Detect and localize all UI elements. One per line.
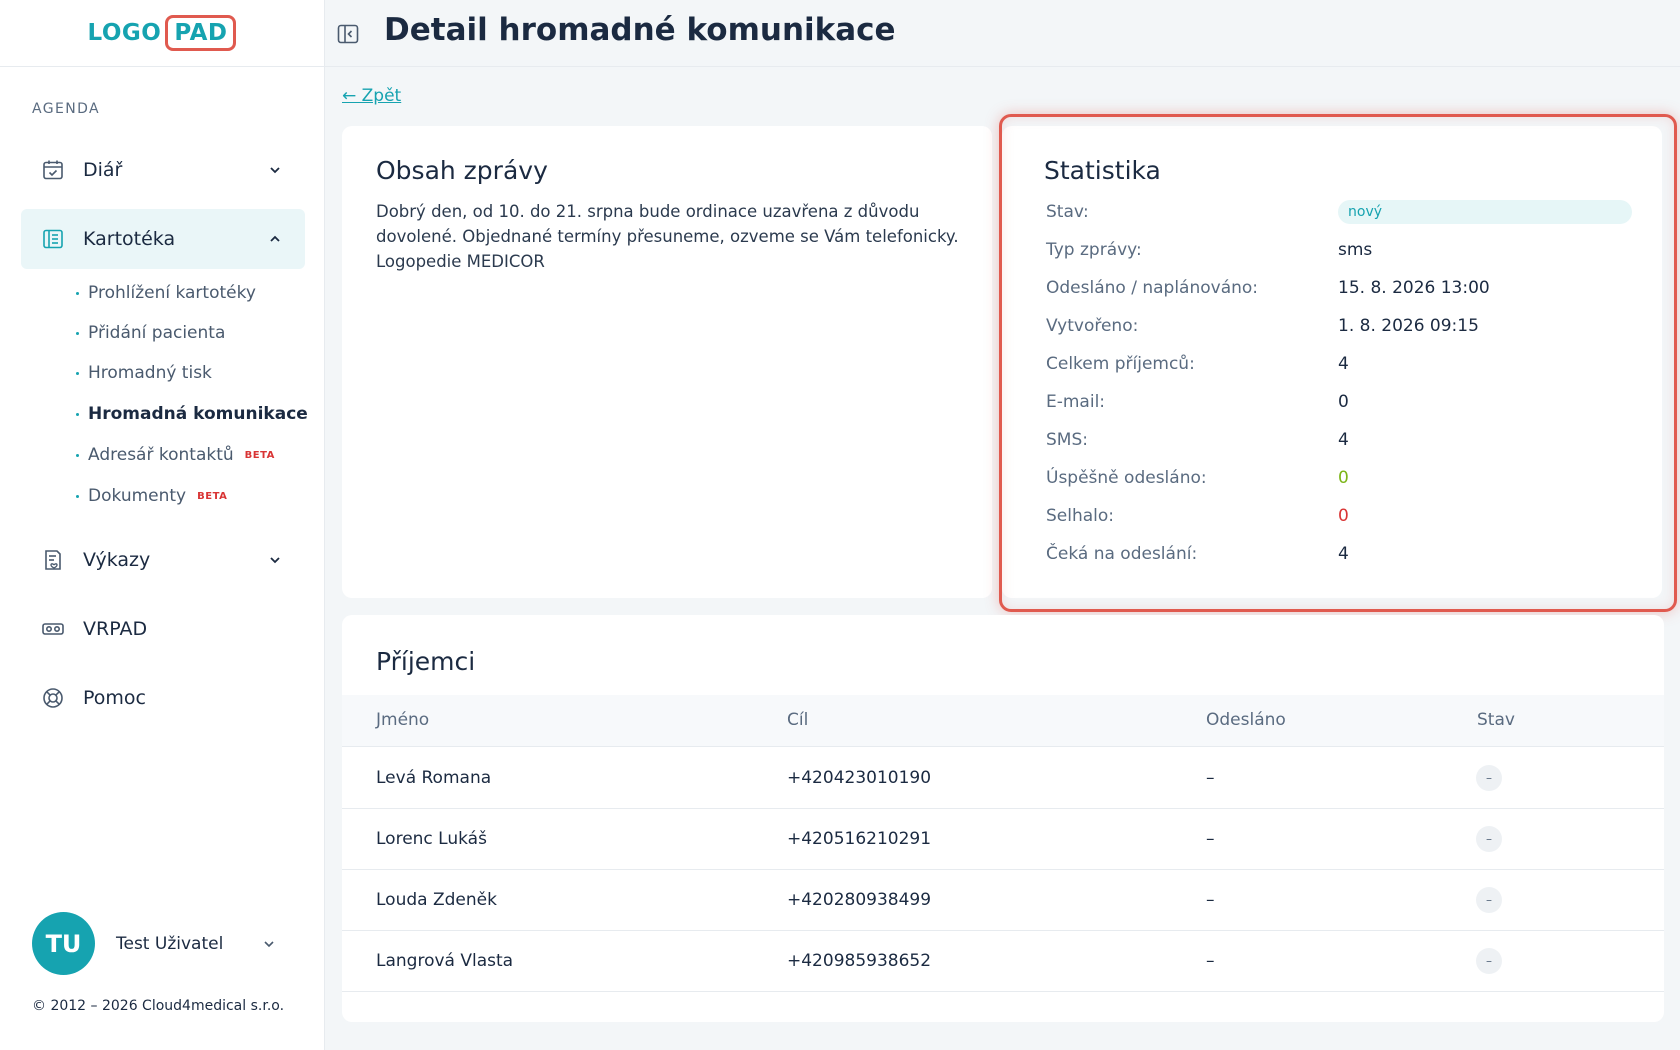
sidebar-item-label: VRPAD <box>83 618 148 640</box>
subitem-label: Přidání pacienta <box>88 323 226 343</box>
column-header-name[interactable]: Jméno <box>376 710 429 730</box>
cell-sent: – <box>1206 951 1215 971</box>
message-card-title: Obsah zprávy <box>376 156 548 185</box>
cell-sent: – <box>1206 890 1215 910</box>
subitem-adresar-kontaktu[interactable]: Adresář kontaktů BETA <box>76 441 275 469</box>
column-header-target[interactable]: Cíl <box>787 710 808 730</box>
table-header: Jméno Cíl Odesláno Stav <box>342 695 1664 747</box>
bullet-dot <box>76 331 79 335</box>
subitem-pridani-pacienta[interactable]: Přidání pacienta <box>76 319 225 347</box>
subitem-hromadna-komunikace[interactable]: Hromadná komunikace <box>76 400 308 428</box>
cell-target: +420423010190 <box>787 768 932 788</box>
subitem-label: Hromadná komunikace <box>88 404 308 424</box>
status-chip: – <box>1476 887 1502 913</box>
table-row[interactable]: Levá Romana +420423010190 – – <box>342 748 1664 809</box>
sidebar-item-vykazy[interactable]: Výkazy <box>21 530 305 590</box>
sidebar-item-label: Pomoc <box>83 687 146 709</box>
status-chip: – <box>1476 765 1502 791</box>
column-header-sent[interactable]: Odesláno <box>1206 710 1286 730</box>
sidebar-item-label: Kartotéka <box>83 228 176 250</box>
beta-badge: BETA <box>197 490 228 502</box>
sidebar: LOGO PAD AGENDA Diář Kartotéka Prohlížen… <box>0 0 325 1050</box>
logo-word: LOGO <box>87 20 162 46</box>
cell-sent: – <box>1206 829 1215 849</box>
subitem-label: Prohlížení kartotéky <box>88 283 256 303</box>
subitem-hromadny-tisk[interactable]: Hromadný tisk <box>76 359 212 387</box>
vr-headset-icon <box>39 615 67 643</box>
sidebar-item-pomoc[interactable]: Pomoc <box>21 668 305 728</box>
message-body: Dobrý den, od 10. do 21. srpna bude ordi… <box>376 202 959 271</box>
table-row[interactable]: Langrová Vlasta +420985938652 – – <box>342 931 1664 992</box>
table-row[interactable]: Lorenc Lukáš +420516210291 – – <box>342 809 1664 870</box>
cell-target: +420516210291 <box>787 829 932 849</box>
avatar: TU <box>32 912 95 975</box>
table-row[interactable]: Louda Zdeněk +420280938499 – – <box>342 870 1664 931</box>
chevron-up-icon <box>270 235 280 242</box>
sidebar-item-label: Výkazy <box>83 549 151 571</box>
cell-name: Levá Romana <box>376 768 492 788</box>
recipients-title: Příjemci <box>376 647 476 676</box>
subitem-label: Adresář kontaktů <box>88 445 234 465</box>
cell-name: Louda Zdeněk <box>376 890 497 910</box>
page-header: Detail hromadné komunikace <box>325 0 1680 67</box>
sidebar-item-kartoteka[interactable]: Kartotéka <box>21 209 305 269</box>
message-card: Obsah zprávy Dobrý den, od 10. do 21. sr… <box>342 126 992 598</box>
sidebar-item-vrpad[interactable]: VRPAD <box>21 599 305 659</box>
card-index-icon <box>39 225 67 253</box>
sidebar-collapse-icon[interactable] <box>336 22 360 46</box>
bullet-dot <box>76 494 79 498</box>
bullet-dot <box>76 371 79 375</box>
cell-name: Langrová Vlasta <box>376 951 514 971</box>
user-menu[interactable]: TU Test Uživatel <box>32 912 274 975</box>
status-chip: – <box>1476 948 1502 974</box>
status-chip: – <box>1476 826 1502 852</box>
chevron-down-icon <box>270 557 280 564</box>
page-title: Detail hromadné komunikace <box>384 12 896 48</box>
subitem-dokumenty[interactable]: Dokumenty BETA <box>76 482 227 510</box>
bullet-dot <box>76 291 79 295</box>
subitem-label: Dokumenty <box>88 486 187 506</box>
bullet-dot <box>76 453 79 457</box>
report-icon <box>39 546 67 574</box>
chevron-down-icon <box>270 167 280 174</box>
cell-target: +420985938652 <box>787 951 932 971</box>
column-header-status[interactable]: Stav <box>1477 710 1515 730</box>
sidebar-item-label: Diář <box>83 159 123 181</box>
copyright: © 2012 – 2026 Cloud4medical s.r.o. <box>32 998 285 1014</box>
bullet-dot <box>76 412 79 416</box>
user-name: Test Uživatel <box>116 933 224 954</box>
subitem-prohlizeni-kartoteky[interactable]: Prohlížení kartotéky <box>76 279 256 307</box>
section-label-agenda: AGENDA <box>32 101 101 117</box>
beta-badge: BETA <box>244 449 275 461</box>
recipients-card: Příjemci Jméno Cíl Odesláno Stav Levá Ro… <box>342 615 1664 1022</box>
cell-name: Lorenc Lukáš <box>376 829 487 849</box>
calendar-check-icon <box>39 156 67 184</box>
cell-sent: – <box>1206 768 1215 788</box>
chevron-down-icon <box>264 941 274 948</box>
logo[interactable]: LOGO PAD <box>0 0 324 67</box>
subitem-label: Hromadný tisk <box>88 363 212 383</box>
lifebuoy-icon <box>39 684 67 712</box>
statistics-highlight-frame <box>999 114 1677 612</box>
sidebar-item-diar[interactable]: Diář <box>21 140 305 200</box>
cell-target: +420280938499 <box>787 890 932 910</box>
back-link[interactable]: ← Zpět <box>342 86 401 106</box>
logo-boxed-word: PAD <box>165 15 237 51</box>
